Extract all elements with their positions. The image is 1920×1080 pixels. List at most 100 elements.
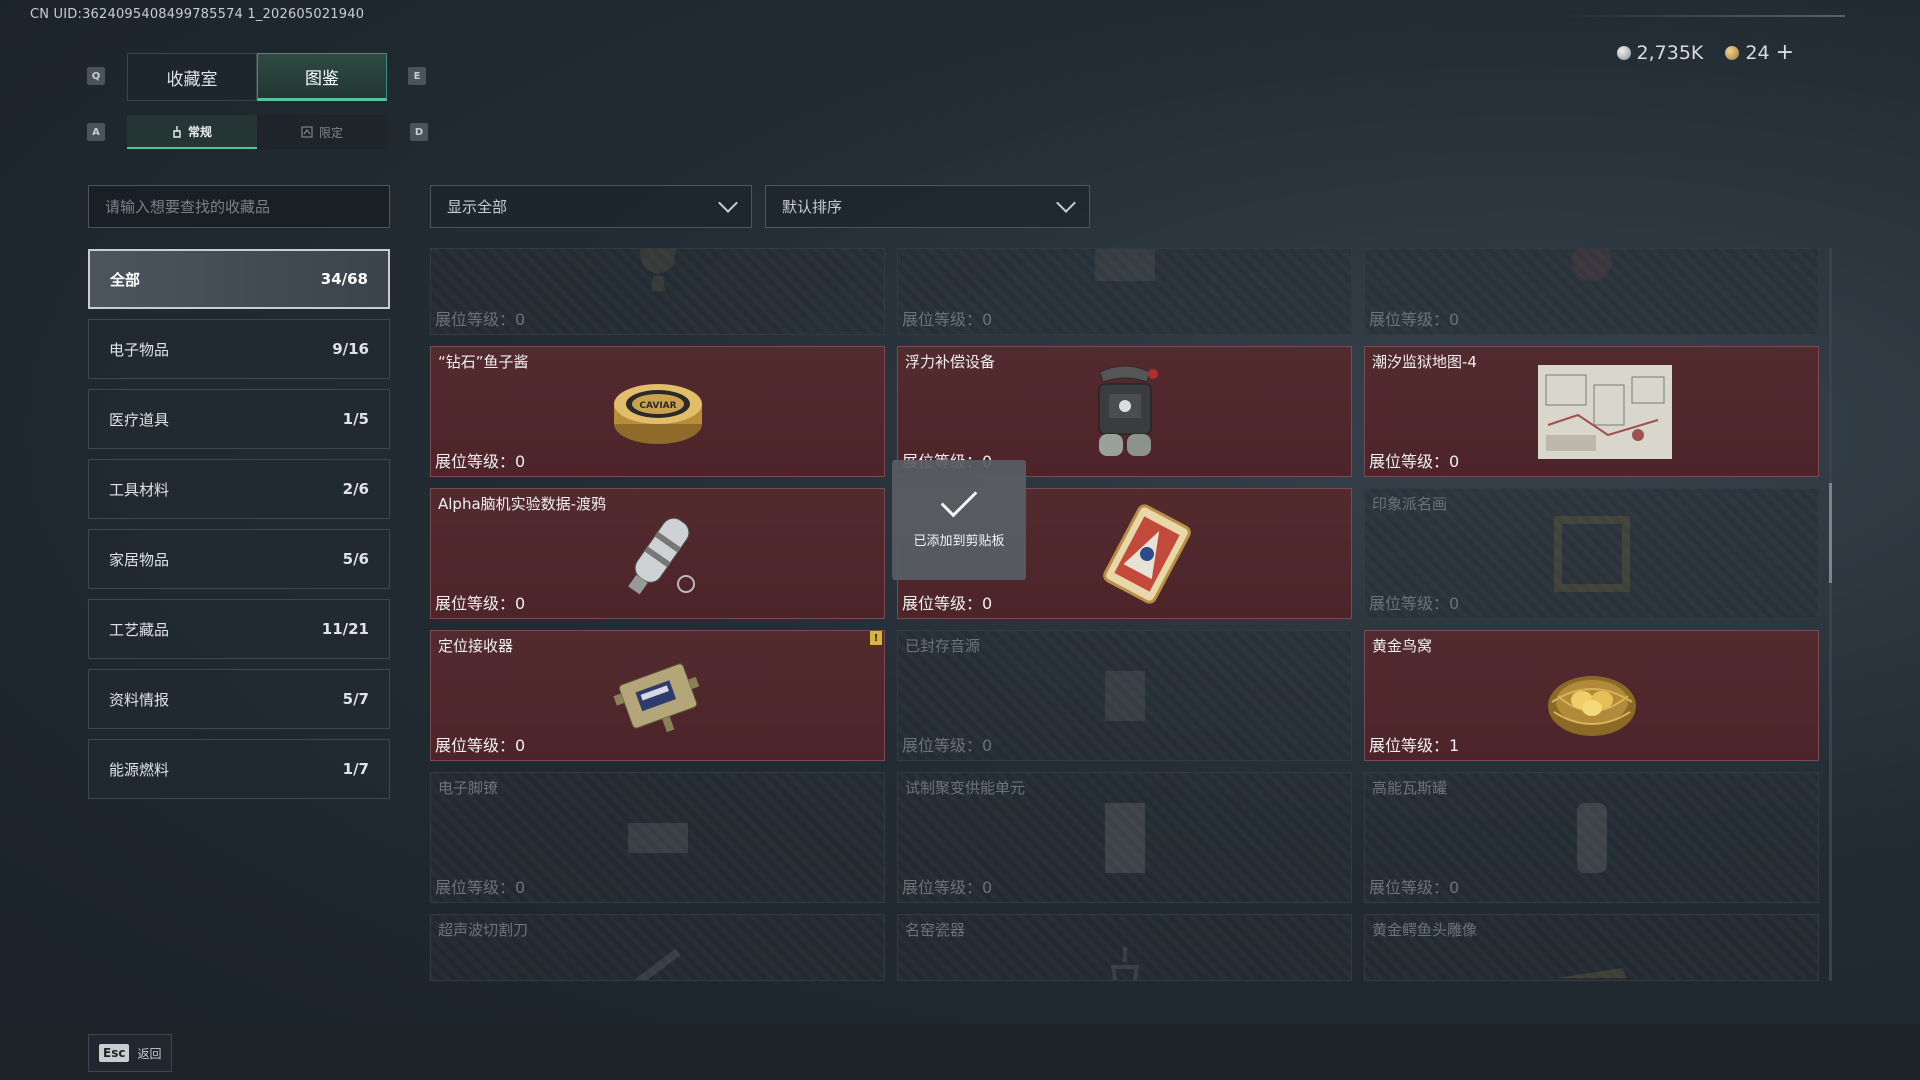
category-label: 资料情报 <box>109 690 170 709</box>
add-currency-button[interactable]: + <box>1776 40 1794 65</box>
cutter-icon <box>635 948 680 980</box>
new-item-badge: ! <box>870 631 882 645</box>
category-count: 11/21 <box>321 620 369 638</box>
collection-card[interactable]: 印象派名画 展位等级：0 <box>1364 488 1819 619</box>
currency-display: 2,735K 24 + <box>1616 40 1794 65</box>
svg-text:CAVIAR: CAVIAR <box>639 401 676 411</box>
card-level: 展位等级：0 <box>902 594 993 613</box>
top-divider <box>1560 15 1845 17</box>
data-drive-icon <box>627 517 695 595</box>
category-label: 电子物品 <box>109 340 170 359</box>
category-label: 工具材料 <box>109 480 170 499</box>
tab-collection-room[interactable]: 收藏室 <box>127 53 257 101</box>
key-hint-a: A <box>87 123 105 141</box>
tab-regular-label: 常规 <box>187 124 212 139</box>
collection-card[interactable]: 高能瓦斯罐 展位等级：0 <box>1364 772 1819 903</box>
category-count: 2/6 <box>342 480 369 498</box>
sort-dropdown[interactable]: 默认排序 <box>765 185 1090 228</box>
card-name: 黄金鸟窝 <box>1372 637 1433 655</box>
category-count: 5/6 <box>342 550 369 568</box>
chevron-down-icon <box>718 192 738 213</box>
collection-card[interactable]: 电子脚镣 展位等级：0 <box>430 772 885 903</box>
filter-dropdown-value: 显示全部 <box>447 198 508 216</box>
collection-card[interactable]: 超声波切割刀 <box>430 914 885 981</box>
category-label: 能源燃料 <box>109 760 170 779</box>
gold-amount: 24 <box>1745 41 1770 64</box>
card-level: 展位等级：0 <box>902 310 993 329</box>
esc-key-hint: Esc <box>99 1044 130 1062</box>
back-button[interactable]: Esc 返回 <box>88 1034 173 1072</box>
ornament-icon <box>1571 249 1612 281</box>
tab-regular[interactable]: 常规 <box>127 115 257 149</box>
collection-card[interactable]: 潮汐监狱地图-4 展位等级：0 <box>1364 346 1819 477</box>
card-level: 展位等级：0 <box>902 736 993 755</box>
bcd-vest-icon <box>1098 365 1158 456</box>
grid-scrollbar[interactable] <box>1829 248 1832 981</box>
collection-card[interactable]: 浮力补偿设备 展位等级：0 <box>897 346 1352 477</box>
card-name: 已封存音源 <box>905 637 981 655</box>
category-energy[interactable]: 能源燃料 1/7 <box>88 739 390 799</box>
collection-card[interactable]: 已封存音源 展位等级：0 <box>897 630 1352 761</box>
caviar-tin-icon: CAVIAR <box>613 383 702 444</box>
search-input[interactable] <box>105 197 373 216</box>
collection-card[interactable]: 定位接收器 ! 展位等级：0 <box>430 630 885 761</box>
card-level: 展位等级：0 <box>435 310 526 329</box>
tab-codex[interactable]: 图鉴 <box>257 53 387 101</box>
collection-card[interactable]: 展位等级：0 <box>1364 248 1819 335</box>
category-medical[interactable]: 医疗道具 1/5 <box>88 389 390 449</box>
category-electronics[interactable]: 电子物品 9/16 <box>88 319 390 379</box>
filter-dropdown[interactable]: 显示全部 <box>430 185 752 228</box>
bottom-bar <box>0 1024 1920 1080</box>
key-hint-e: E <box>408 67 426 85</box>
ankle-monitor-icon <box>627 822 688 853</box>
category-label: 全部 <box>110 270 141 289</box>
card-level: 展位等级：0 <box>1369 310 1460 329</box>
card-level: 展位等级：0 <box>1369 878 1460 897</box>
collection-card[interactable]: 黄金鳄鱼头雕像 <box>1364 914 1819 981</box>
card-level: 展位等级：0 <box>1369 594 1460 613</box>
card-name: 试制聚变供能单元 <box>905 779 1026 797</box>
collection-card[interactable]: “钻石”鱼子酱 CAVIAR 展位等级：0 <box>430 346 885 477</box>
painting-frame-icon <box>1553 515 1630 592</box>
category-crafts[interactable]: 工艺藏品 11/21 <box>88 599 390 659</box>
card-name: 定位接收器 <box>438 637 514 655</box>
gold-nest-icon <box>1547 676 1636 737</box>
category-list: 全部 34/68 电子物品 9/16 医疗道具 1/5 工具材料 2/6 家居物… <box>88 249 390 809</box>
checkmark-icon <box>940 480 978 517</box>
search-box <box>88 185 390 228</box>
card-name: 名窑瓷器 <box>905 921 966 939</box>
collection-card[interactable]: 名窑瓷器 <box>897 914 1352 981</box>
card-name: 高能瓦斯罐 <box>1372 779 1448 797</box>
fusion-cell-icon <box>1104 802 1145 873</box>
collection-card[interactable]: 试制聚变供能单元 展位等级：0 <box>897 772 1352 903</box>
audio-source-icon <box>1104 670 1145 721</box>
category-all[interactable]: 全部 34/68 <box>88 249 390 309</box>
tab-limited-label: 限定 <box>318 125 343 140</box>
porcelain-icon <box>1110 947 1139 980</box>
category-label: 家居物品 <box>109 550 170 569</box>
gold-currency: 24 + <box>1725 40 1794 65</box>
toast-message: 已添加到剪贴板 <box>913 533 1005 549</box>
category-household[interactable]: 家居物品 5/6 <box>88 529 390 589</box>
collection-grid: 展位等级：0 展位等级：0 展位等级：0 “钻石”鱼子酱 CAVIAR 展位等级… <box>430 248 1820 981</box>
collection-card[interactable]: 展位等级：0 <box>430 248 885 335</box>
clipboard-toast: 已添加到剪贴板 <box>892 460 1026 580</box>
sub-tabs: 常规 限定 <box>127 115 387 149</box>
sort-dropdown-value: 默认排序 <box>782 198 843 216</box>
category-intel[interactable]: 资料情报 5/7 <box>88 669 390 729</box>
card-name: “钻石”鱼子酱 <box>438 353 529 371</box>
collection-card[interactable]: 黄金鸟窝 展位等级：1 <box>1364 630 1819 761</box>
regular-icon <box>173 125 181 138</box>
category-tools[interactable]: 工具材料 2/6 <box>88 459 390 519</box>
category-count: 9/16 <box>332 340 369 358</box>
card-name: 超声波切割刀 <box>438 921 529 939</box>
collection-card[interactable]: 展位等级：0 <box>897 248 1352 335</box>
card-level: 展位等级：0 <box>1369 452 1460 471</box>
tab-limited[interactable]: 限定 <box>257 115 387 149</box>
card-name: 潮汐监狱地图-4 <box>1372 353 1477 371</box>
grid-scroll-thumb[interactable] <box>1829 483 1832 583</box>
playing-card-icon <box>1103 503 1191 604</box>
collection-card[interactable]: Alpha脑机实验数据-渡鸦 展位等级：0 <box>430 488 885 619</box>
chessboard-icon <box>1094 249 1155 281</box>
category-label: 工艺藏品 <box>109 620 170 639</box>
